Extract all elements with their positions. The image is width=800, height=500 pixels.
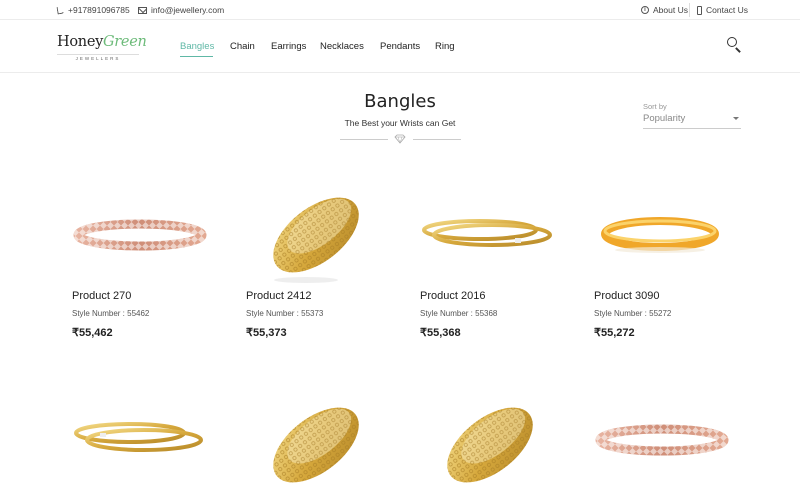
nav-ring[interactable]: Ring xyxy=(435,41,455,52)
product-price: ₹55,272 xyxy=(594,327,635,339)
title-divider-right xyxy=(413,139,461,140)
product-image-gold-twin-bangles[interactable] xyxy=(72,385,222,495)
nav-chain[interactable]: Chain xyxy=(230,41,255,52)
caret-down-icon xyxy=(733,117,739,120)
product-name[interactable]: Product 2016 xyxy=(420,290,485,302)
sort-selected-value: Popularity xyxy=(643,113,686,124)
product-image-gold-filigree-cuff[interactable] xyxy=(246,385,396,495)
logo-green: Green xyxy=(103,34,147,50)
product-image-gold-filigree-cuff[interactable] xyxy=(420,385,570,495)
sort-dropdown[interactable]: Popularity xyxy=(643,113,741,129)
product-price: ₹55,462 xyxy=(72,327,113,339)
brand-logo[interactable]: HoneyGreen JEWELLERS xyxy=(57,33,147,63)
page-subtitle: The Best your Wrists can Get xyxy=(344,118,456,128)
about-us-label: About Us xyxy=(653,5,688,15)
product-price: ₹55,368 xyxy=(420,327,461,339)
contact-us-link[interactable]: Contact Us xyxy=(697,5,748,15)
product-style-number: Style Number : 55462 xyxy=(72,309,150,318)
diamond-icon xyxy=(394,134,406,144)
product-style-number: Style Number : 55272 xyxy=(594,309,672,318)
product-image-rose-gold-bracelet[interactable] xyxy=(72,180,222,285)
info-icon: i xyxy=(641,6,649,14)
product-image-gold-filigree-cuff[interactable] xyxy=(246,180,396,285)
nav-pendants[interactable]: Pendants xyxy=(380,41,420,52)
product-image-gold-plain-bangle[interactable] xyxy=(594,180,744,285)
product-name[interactable]: Product 2412 xyxy=(246,290,311,302)
main-header: HoneyGreen JEWELLERS Bangles Chain Earri… xyxy=(0,20,800,73)
nav-necklaces[interactable]: Necklaces xyxy=(320,41,364,52)
topbar-separator xyxy=(689,3,690,17)
product-image-gold-twin-bangles[interactable] xyxy=(420,180,570,285)
page-title: Bangles xyxy=(364,91,436,112)
product-name[interactable]: Product 270 xyxy=(72,290,131,302)
product-style-number: Style Number : 55368 xyxy=(420,309,498,318)
email-contact[interactable]: info@jewellery.com xyxy=(138,5,224,15)
top-utility-bar: +917891096785 info@jewellery.com i About… xyxy=(0,0,800,20)
phone-icon xyxy=(56,5,65,15)
nav-active-underline xyxy=(180,56,213,57)
phone-contact[interactable]: +917891096785 xyxy=(56,5,130,15)
product-name[interactable]: Product 3090 xyxy=(594,290,659,302)
logo-honey: Honey xyxy=(57,34,103,50)
about-us-link[interactable]: i About Us xyxy=(641,5,688,15)
nav-earrings[interactable]: Earrings xyxy=(271,41,306,52)
contact-us-label: Contact Us xyxy=(706,5,749,15)
search-button[interactable] xyxy=(726,36,744,54)
logo-tagline: JEWELLERS xyxy=(57,54,139,61)
mail-icon xyxy=(138,6,147,14)
product-image-rose-gold-bracelet[interactable] xyxy=(594,385,744,495)
title-divider-left xyxy=(340,139,388,140)
product-price: ₹55,373 xyxy=(246,327,287,339)
email-address: info@jewellery.com xyxy=(151,5,225,15)
mobile-icon xyxy=(697,5,702,15)
product-style-number: Style Number : 55373 xyxy=(246,309,324,318)
sort-label: Sort by xyxy=(643,102,667,111)
phone-number: +917891096785 xyxy=(68,5,130,15)
nav-bangles[interactable]: Bangles xyxy=(180,41,214,52)
